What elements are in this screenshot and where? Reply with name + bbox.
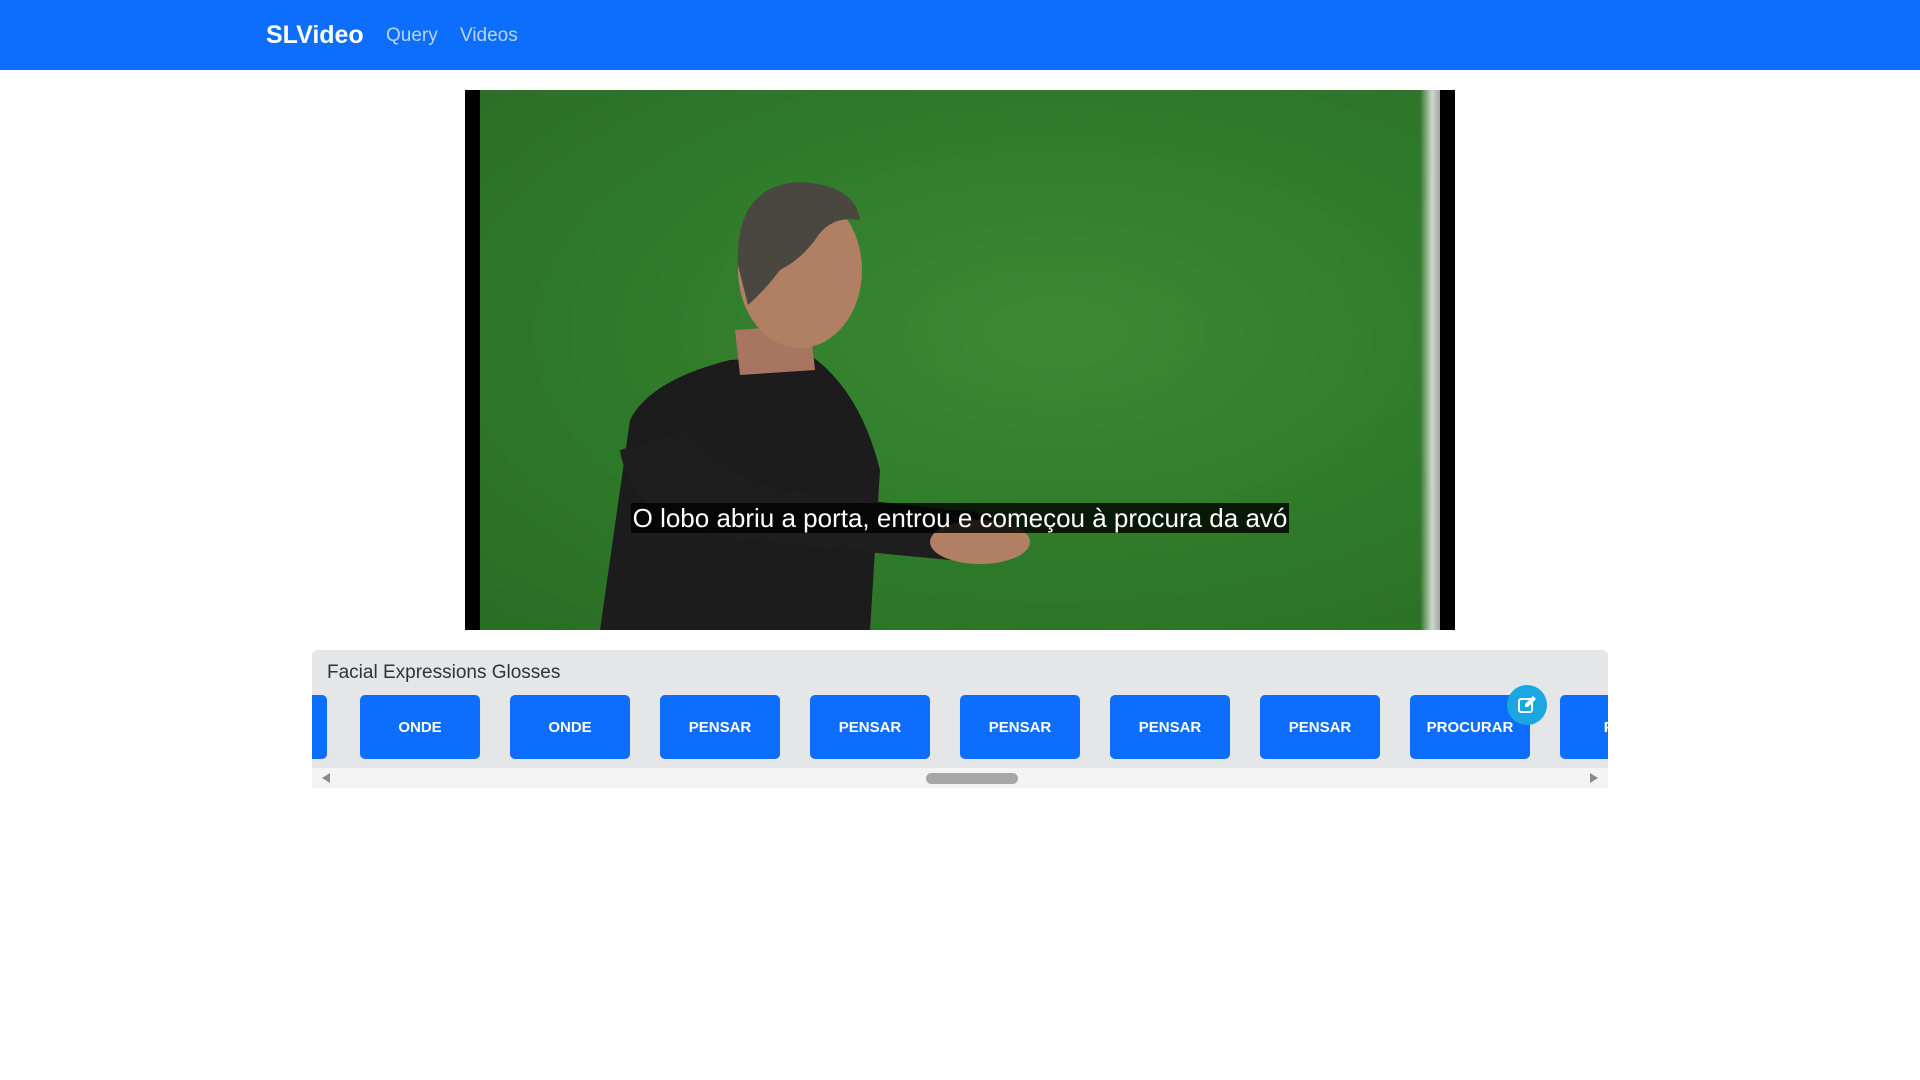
- brand-logo[interactable]: SLVideo: [266, 18, 364, 52]
- scroll-left-icon[interactable]: [322, 773, 330, 783]
- gloss-button[interactable]: PENSAR: [1260, 695, 1380, 759]
- gloss-list: ONDE ONDE PENSAR PENSAR PENSAR PENSAR PE…: [312, 695, 1608, 761]
- panel-title: Facial Expressions Glosses: [327, 662, 561, 683]
- video-player[interactable]: O lobo abriu a porta, entrou e começou à…: [465, 90, 1455, 630]
- gloss-button[interactable]: ONDE: [360, 695, 480, 759]
- nav-link-query[interactable]: Query: [386, 22, 438, 50]
- gloss-button[interactable]: PENSAR: [960, 695, 1080, 759]
- nav-link-videos[interactable]: Videos: [460, 22, 518, 50]
- video-frame-image: O lobo abriu a porta, entrou e começou à…: [480, 90, 1440, 630]
- gloss-button[interactable]: PENSAR: [1110, 695, 1230, 759]
- scrollbar-thumb[interactable]: [926, 773, 1018, 784]
- scroll-right-icon[interactable]: [1590, 773, 1598, 783]
- video-subtitle: O lobo abriu a porta, entrou e começou à…: [480, 502, 1440, 534]
- top-navbar: SLVideo Query Videos: [0, 0, 1920, 70]
- backdrop-edge: [1420, 90, 1440, 630]
- edit-icon: [1518, 696, 1536, 713]
- horizontal-scrollbar[interactable]: [312, 768, 1608, 788]
- subtitle-text: O lobo abriu a porta, entrou e começou à…: [630, 503, 1290, 533]
- gloss-button[interactable]: ONDE: [510, 695, 630, 759]
- gloss-button[interactable]: [312, 695, 327, 759]
- gloss-button[interactable]: PRO: [1560, 695, 1608, 759]
- gloss-button[interactable]: PENSAR: [810, 695, 930, 759]
- signer-figure: [600, 182, 1030, 630]
- edit-gloss-button[interactable]: [1507, 685, 1547, 725]
- gloss-button[interactable]: PENSAR: [660, 695, 780, 759]
